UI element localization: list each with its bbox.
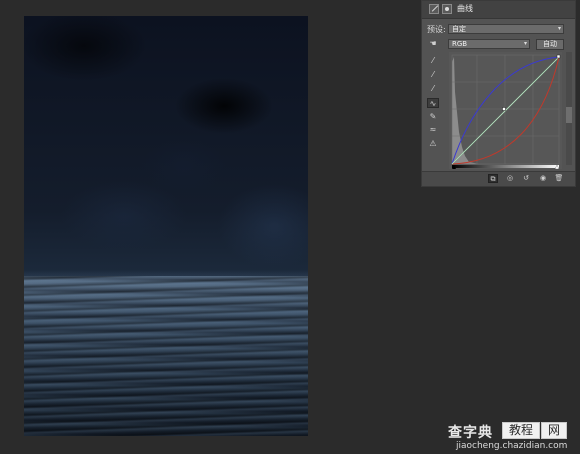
curve-svg (449, 52, 562, 170)
panel-title: 曲线 (457, 4, 473, 13)
chevron-down-icon: ▾ (557, 25, 561, 32)
edit-curve-points-icon[interactable]: ∿ (427, 98, 439, 108)
watermark-logo: 查字典 (448, 425, 493, 441)
curve-endpoint-white[interactable] (556, 54, 561, 59)
watermark-box-1: 教程 (502, 422, 540, 439)
preset-select[interactable]: 自定 ▾ (448, 24, 564, 34)
sea-surface (24, 276, 308, 436)
draw-curve-pencil-icon[interactable]: ✎ (427, 112, 439, 122)
clip-to-layer-icon[interactable]: ⧉ (488, 174, 498, 183)
auto-button[interactable]: 自动 (536, 39, 564, 50)
mask-icon[interactable] (442, 4, 452, 14)
panel-tabbar: 曲线 (422, 1, 575, 19)
channel-select[interactable]: RGB ▾ (448, 39, 530, 49)
sample-white-eyedropper-icon[interactable]: ⁄ (427, 84, 439, 94)
preset-value: 自定 (452, 25, 466, 33)
hand-target-icon[interactable]: ☚ (427, 39, 439, 49)
panel-footer: ⧉ ◎ ↺ ◉ 🗑 (422, 171, 575, 186)
input-gradient-bar (452, 165, 559, 168)
smooth-curve-icon[interactable]: ≈ (427, 125, 439, 135)
sample-black-eyedropper-icon[interactable]: ⁄ (427, 56, 439, 66)
properties-panel: 曲线 预设: 自定 ▾ ☚ RGB ▾ 自动 ⁄ ⁄ ⁄ ∿ ✎ ≈ ⚠ ⧉ ◎… (421, 0, 576, 187)
panel-scrollbar[interactable] (566, 52, 572, 165)
watermark-box-2: 网 (541, 422, 567, 439)
night-sky (24, 16, 308, 276)
reset-icon[interactable]: ↺ (521, 174, 531, 183)
channel-value: RGB (452, 40, 468, 48)
document-canvas[interactable] (24, 16, 308, 436)
delete-trash-icon[interactable]: 🗑 (554, 174, 564, 183)
preset-label: 预设: (427, 25, 446, 34)
view-previous-icon[interactable]: ◎ (505, 174, 515, 183)
adjustment-icon[interactable] (429, 4, 439, 14)
chevron-down-icon: ▾ (523, 40, 527, 47)
sample-gray-eyedropper-icon[interactable]: ⁄ (427, 70, 439, 80)
visibility-eye-icon[interactable]: ◉ (538, 174, 548, 183)
scrollbar-thumb[interactable] (566, 107, 572, 123)
watermark-url: jiaocheng.chazidian.com (456, 441, 568, 451)
clipping-warning-icon[interactable]: ⚠ (427, 139, 439, 149)
curve-control-point[interactable] (502, 107, 506, 111)
curve-graph[interactable] (449, 52, 562, 170)
